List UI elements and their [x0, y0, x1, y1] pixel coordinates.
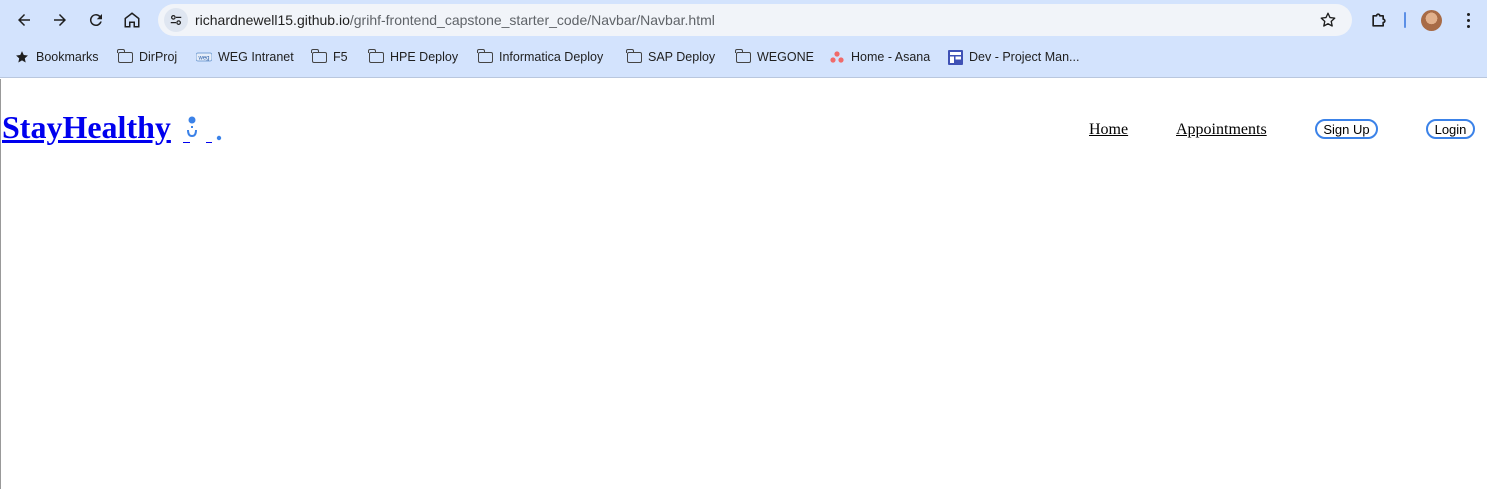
puzzle-icon	[1372, 13, 1386, 27]
folder-icon	[117, 48, 133, 64]
star-icon	[14, 50, 30, 64]
url-host: richardnewell15.github.io	[195, 12, 350, 28]
bookmark-label: SAP Deploy	[648, 50, 716, 64]
dot	[1466, 24, 1470, 28]
bookmark-home-asana[interactable]: Home - Asana	[829, 48, 930, 66]
asana-icon	[829, 50, 845, 64]
nav-link-appointments[interactable]: Appointments	[1176, 121, 1267, 139]
bookmarks-bar: Bookmarks DirProj weg WEG Intranet F5 HP…	[0, 44, 1487, 70]
forward-button[interactable]	[46, 6, 74, 34]
bookmark-label: F5	[333, 50, 348, 64]
stethoscope-logo-icon[interactable]	[182, 113, 224, 143]
bookmark-dev-project[interactable]: Dev - Project Man...	[947, 48, 1079, 66]
bookmark-hpe-deploy[interactable]: HPE Deploy	[368, 48, 458, 66]
address-bar[interactable]: richardnewell15.github.io/grihf-frontend…	[158, 4, 1352, 36]
nav-link-home[interactable]: Home	[1089, 121, 1128, 139]
bookmark-label: Informatica Deploy	[499, 50, 604, 64]
login-button[interactable]: Login	[1426, 119, 1475, 139]
bookmark-label: HPE Deploy	[390, 50, 459, 64]
arrow-right-icon	[54, 14, 66, 26]
bookmark-sap-deploy[interactable]: SAP Deploy	[626, 48, 715, 66]
sign-up-button[interactable]: Sign Up	[1315, 119, 1378, 139]
project-board-icon	[947, 49, 963, 65]
browser-menu-button[interactable]	[1458, 8, 1478, 32]
bookmark-star-button[interactable]	[1318, 10, 1338, 30]
arrow-left-icon	[18, 14, 30, 26]
bookmark-weg-intranet[interactable]: weg WEG Intranet	[196, 48, 294, 66]
star-outline-icon	[1320, 12, 1336, 27]
bookmark-label: Dev - Project Man...	[969, 50, 1080, 64]
dot	[1466, 12, 1470, 16]
folder-icon	[368, 48, 384, 64]
folder-icon	[477, 48, 493, 64]
bookmark-label: DirProj	[139, 50, 178, 64]
folder-icon	[735, 48, 751, 64]
site-settings-button[interactable]	[164, 8, 188, 32]
bookmark-dirproj[interactable]: DirProj	[117, 48, 177, 66]
bookmark-label: Home - Asana	[851, 50, 931, 64]
folder-icon	[311, 48, 327, 64]
browser-toolbar: richardnewell15.github.io/grihf-frontend…	[0, 0, 1487, 40]
home-button[interactable]	[118, 6, 146, 34]
svg-text:weg: weg	[197, 56, 209, 62]
back-button[interactable]	[10, 6, 38, 34]
bookmark-label: WEG Intranet	[218, 50, 294, 64]
bookmark-label: Bookmarks	[36, 50, 99, 64]
folder-icon	[626, 48, 642, 64]
brand-link[interactable]: StayHealthy	[2, 109, 171, 146]
page-viewport: StayHealthy Home Appointments Sign Up Lo…	[0, 79, 1487, 489]
reload-button[interactable]	[82, 6, 110, 34]
tune-icon	[170, 15, 182, 25]
profile-avatar[interactable]	[1421, 10, 1442, 31]
bookmark-label: WEGONE	[757, 50, 814, 64]
bookmark-f5[interactable]: F5	[311, 48, 348, 66]
bookmark-informatica-deploy[interactable]: Informatica Deploy	[477, 48, 603, 66]
bookmark-wegone[interactable]: WEGONE	[735, 48, 814, 66]
url-path: /grihf-frontend_capstone_starter_code/Na…	[349, 12, 715, 28]
weg-logo-icon: weg	[196, 50, 212, 64]
browser-chrome: richardnewell15.github.io/grihf-frontend…	[0, 0, 1487, 78]
toolbar-divider	[1404, 12, 1406, 28]
url-text: richardnewell15.github.io/grihf-frontend…	[195, 12, 715, 28]
extensions-button[interactable]	[1367, 8, 1391, 32]
bookmark-bookmarks[interactable]: Bookmarks	[14, 48, 99, 66]
dot	[1466, 18, 1470, 22]
home-icon	[124, 12, 140, 28]
reload-icon	[89, 14, 102, 27]
